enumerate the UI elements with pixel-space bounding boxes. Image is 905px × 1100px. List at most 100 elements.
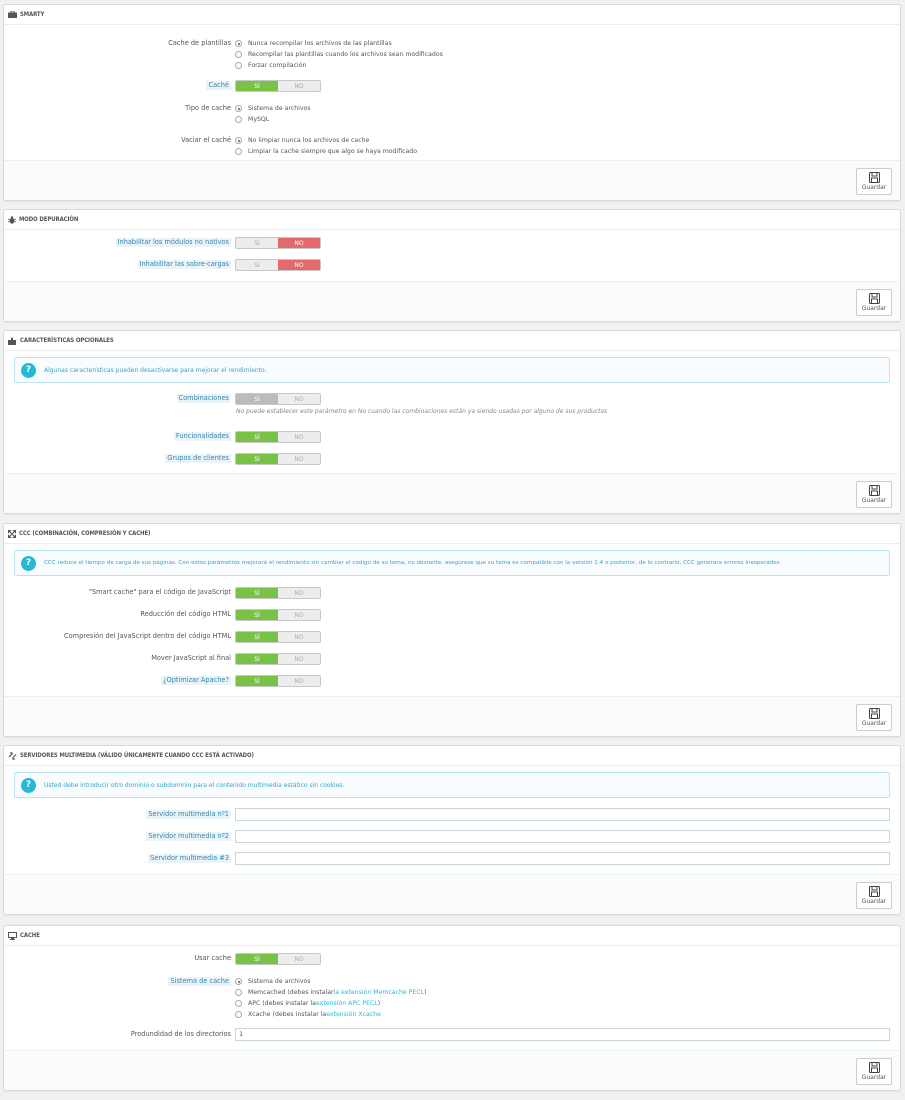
puzzle-icon [8,337,16,345]
switch-yes[interactable]: SÍ [236,610,278,620]
radio-circle[interactable] [235,137,242,144]
switch-no[interactable]: NO [278,610,320,620]
panel-footer: Guardar [4,473,900,513]
panel-title: SMARTY [20,11,45,18]
optimize-apache-switch[interactable]: SÍ NO [235,675,321,687]
switch-yes[interactable]: SÍ [236,654,278,664]
dir-depth-input[interactable]: 1 [235,1028,890,1041]
html-minify-switch[interactable]: SÍ NO [235,609,321,621]
switch-yes[interactable]: SÍ [236,954,278,964]
panel-header: CACHE [4,926,900,946]
save-button[interactable]: Guardar [856,882,892,909]
smarty-panel: SMARTY Cache de plantillas Nunca recompi… [3,4,901,201]
radio-apc[interactable]: APC (debes instalar la extensión APC PEC… [235,998,427,1009]
radio-circle[interactable] [235,62,242,69]
disable-modules-switch[interactable]: SÍ NO [235,237,321,249]
inline-js-compress-switch[interactable]: SÍ NO [235,631,321,643]
switch-yes[interactable]: SÍ [236,238,278,248]
media-server-1-input[interactable] [235,808,890,821]
switch-no[interactable]: NO [278,632,320,642]
radio-circle[interactable] [235,1011,242,1018]
fullscreen-icon [8,529,16,538]
optional-features-panel: CARACTERÍSTICAS OPCIONALES ? Algunas car… [3,330,901,514]
switch-yes[interactable]: SÍ [236,81,278,91]
switch-no[interactable]: NO [278,81,320,91]
smart-cache-js-switch[interactable]: SÍ NO [235,587,321,599]
media-server-2-input[interactable] [235,830,890,843]
panel-header: SMARTY [4,5,900,25]
save-icon [868,293,880,304]
apc-ext-link[interactable]: extensión APC PECL [316,1000,378,1007]
cache-label: Caché [206,81,231,90]
radio-circle[interactable] [235,989,242,996]
switch-yes[interactable]: SÍ [236,260,278,270]
radio-clear-on-modify[interactable]: Limpiar la cache siempre que algo se hay… [235,146,417,157]
dir-depth-label: Produndidad de los directorios [130,1030,231,1038]
switch-no[interactable]: NO [278,238,320,248]
move-js-end-switch[interactable]: SÍ NO [235,653,321,665]
cache-switch[interactable]: SÍ NO [235,80,321,92]
combinations-help: No puede establecer este parámetro en No… [236,408,608,415]
radio-circle[interactable] [235,1000,242,1007]
panel-header: CARACTERÍSTICAS OPCIONALES [4,331,900,351]
panel-footer: Guardar [4,874,900,914]
save-button[interactable]: Guardar [856,289,892,316]
radio-circle[interactable] [235,148,242,155]
switch-no[interactable]: NO [278,454,320,464]
radio-never-clear[interactable]: No limpiar nunca los archivos de cache [235,135,417,146]
radio-circle[interactable] [235,116,242,123]
radio-circle[interactable] [235,40,242,47]
radio-force-compile[interactable]: Forzar compilación [235,60,443,71]
features-switch[interactable]: SÍ NO [235,431,321,443]
features-label: Funcionalidades [173,432,231,441]
memcache-ext-link[interactable]: la extensión Memcache PECL [334,989,424,996]
panel-footer: Guardar [4,1050,900,1090]
xcache-ext-link[interactable]: extensión Xcache [326,1011,381,1018]
cache-system-label: Sistema de cache [168,977,231,986]
switch-yes[interactable]: SÍ [236,588,278,598]
switch-no[interactable]: NO [278,394,320,404]
switch-no[interactable]: NO [278,676,320,686]
cache-type-label: Tipo de cache [185,104,231,112]
save-button[interactable]: Guardar [856,704,892,731]
use-cache-switch[interactable]: SÍ NO [235,953,321,965]
smart-cache-js-label: "Smart cache" para el código de JavaScri… [88,588,231,596]
save-button[interactable]: Guardar [856,481,892,508]
radio-filesystem[interactable]: Sistema de archivos [235,103,311,114]
radio-circle[interactable] [235,51,242,58]
save-button[interactable]: Guardar [856,1058,892,1085]
customer-groups-switch[interactable]: SÍ NO [235,453,321,465]
panel-header: CCC (COMBINACIÓN, COMPRESIÓN Y CACHE) [4,524,900,544]
ccc-panel: CCC (COMBINACIÓN, COMPRESIÓN Y CACHE) ? … [3,523,901,737]
switch-no[interactable]: NO [278,588,320,598]
save-icon [868,708,880,719]
briefcase-icon [8,11,17,18]
radio-circle[interactable] [235,978,242,985]
radio-never-recompile[interactable]: Nunca recompilar los archivos de las pla… [235,38,443,49]
save-button[interactable]: Guardar [856,168,892,195]
cache-templates-label: Cache de plantillas [168,39,231,47]
disable-overrides-switch[interactable]: SÍ NO [235,259,321,271]
switch-no[interactable]: NO [278,432,320,442]
media-server-3-input[interactable] [235,852,890,865]
switch-no[interactable]: NO [278,954,320,964]
switch-yes[interactable]: SÍ [236,454,278,464]
switch-yes[interactable]: SÍ [236,632,278,642]
radio-xcache[interactable]: Xcache (debes instalar la extensión Xcac… [235,1009,427,1020]
switch-yes[interactable]: SÍ [236,394,278,404]
optimize-apache-label: ¿Optimizar Apache? [161,676,231,685]
radio-circle[interactable] [235,105,242,112]
switch-no[interactable]: NO [278,654,320,664]
radio-mysql[interactable]: MySQL [235,114,311,125]
radio-cache-filesystem[interactable]: Sistema de archivos [235,976,427,987]
switch-yes[interactable]: SÍ [236,432,278,442]
radio-memcached[interactable]: Memcached (debes instalar la extensión M… [235,987,427,998]
question-icon: ? [21,362,36,378]
media-server-1-label: Servidor multimedia nº1 [146,810,231,819]
alert-text: CCC reduce el tiempo de carga de sus pág… [44,560,782,566]
switch-no[interactable]: NO [278,260,320,270]
move-js-end-label: Mover JavaScript al final [151,654,231,662]
combinations-switch[interactable]: SÍ NO [235,393,321,405]
radio-recompile-modified[interactable]: Recompilar las plantillas cuando los arc… [235,49,443,60]
switch-yes[interactable]: SÍ [236,676,278,686]
